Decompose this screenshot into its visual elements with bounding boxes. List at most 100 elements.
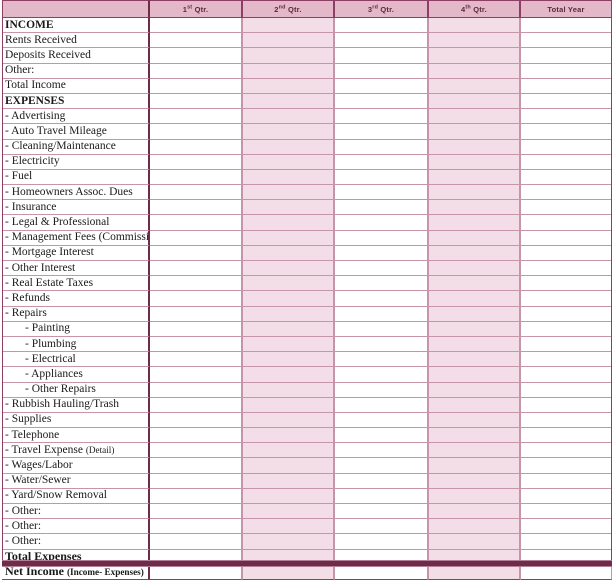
cell-q1[interactable] [150,458,242,474]
cell-q1[interactable] [150,169,242,186]
cell-q4[interactable] [428,458,521,474]
cell-q4[interactable] [428,534,521,550]
cell-total-year[interactable] [521,367,612,383]
cell-q4[interactable] [428,397,521,413]
cell-q3[interactable] [335,33,428,49]
cell-q2[interactable] [242,48,335,64]
cell-q1[interactable] [150,230,242,246]
cell-q2[interactable] [242,564,335,580]
cell-q1[interactable] [150,321,242,337]
cell-q2[interactable] [242,443,335,459]
cell-q1[interactable] [150,109,242,125]
cell-q4[interactable] [428,245,521,261]
cell-q2[interactable] [242,473,335,489]
cell-q4[interactable] [428,336,521,353]
cell-total-year[interactable] [521,412,612,429]
cell-q2[interactable] [242,458,335,474]
cell-total-year[interactable] [521,336,612,353]
cell-q1[interactable] [150,564,242,580]
cell-q1[interactable] [150,245,242,261]
cell-q3[interactable] [335,412,428,429]
cell-q1[interactable] [150,276,242,292]
cell-q1[interactable] [150,18,242,34]
cell-total-year[interactable] [521,352,612,368]
cell-q1[interactable] [150,306,242,322]
cell-q3[interactable] [335,169,428,186]
cell-q1[interactable] [150,473,242,489]
cell-q3[interactable] [335,306,428,322]
cell-total-year[interactable] [521,109,612,125]
cell-q2[interactable] [242,93,335,110]
cell-total-year[interactable] [521,261,612,277]
cell-q3[interactable] [335,109,428,125]
cell-q3[interactable] [335,261,428,277]
cell-q4[interactable] [428,33,521,49]
cell-q2[interactable] [242,534,335,550]
cell-q3[interactable] [335,154,428,170]
cell-q3[interactable] [335,352,428,368]
cell-q3[interactable] [335,367,428,383]
cell-q4[interactable] [428,412,521,429]
cell-q2[interactable] [242,200,335,216]
cell-q1[interactable] [150,33,242,49]
cell-q3[interactable] [335,564,428,580]
cell-total-year[interactable] [521,245,612,261]
cell-total-year[interactable] [521,139,612,155]
cell-q3[interactable] [335,48,428,64]
cell-q2[interactable] [242,230,335,246]
cell-q3[interactable] [335,185,428,201]
cell-q3[interactable] [335,230,428,246]
cell-q4[interactable] [428,306,521,322]
cell-total-year[interactable] [521,18,612,34]
cell-q4[interactable] [428,18,521,34]
cell-q1[interactable] [150,93,242,110]
cell-q4[interactable] [428,154,521,170]
cell-total-year[interactable] [521,154,612,170]
cell-q3[interactable] [335,276,428,292]
cell-total-year[interactable] [521,443,612,459]
cell-total-year[interactable] [521,169,612,186]
cell-q4[interactable] [428,352,521,368]
cell-q1[interactable] [150,78,242,94]
cell-q4[interactable] [428,443,521,459]
cell-q3[interactable] [335,291,428,307]
cell-total-year[interactable] [521,48,612,64]
cell-q3[interactable] [335,473,428,489]
cell-q1[interactable] [150,124,242,140]
cell-q3[interactable] [335,428,428,444]
cell-total-year[interactable] [521,276,612,292]
cell-total-year[interactable] [521,230,612,246]
cell-q4[interactable] [428,78,521,94]
cell-q3[interactable] [335,534,428,550]
cell-total-year[interactable] [521,504,612,520]
cell-q4[interactable] [428,367,521,383]
cell-q4[interactable] [428,169,521,186]
cell-q2[interactable] [242,169,335,186]
cell-q1[interactable] [150,443,242,459]
cell-q2[interactable] [242,185,335,201]
cell-q1[interactable] [150,428,242,444]
cell-q1[interactable] [150,48,242,64]
cell-q2[interactable] [242,397,335,413]
cell-total-year[interactable] [521,564,612,580]
cell-total-year[interactable] [521,473,612,489]
cell-q4[interactable] [428,504,521,520]
cell-total-year[interactable] [521,519,612,535]
cell-q2[interactable] [242,276,335,292]
cell-q4[interactable] [428,230,521,246]
cell-q2[interactable] [242,18,335,34]
cell-q4[interactable] [428,276,521,292]
cell-q1[interactable] [150,63,242,79]
cell-q3[interactable] [335,18,428,34]
cell-total-year[interactable] [521,291,612,307]
cell-total-year[interactable] [521,382,612,398]
cell-q1[interactable] [150,291,242,307]
cell-q3[interactable] [335,504,428,520]
cell-q1[interactable] [150,534,242,550]
cell-q2[interactable] [242,109,335,125]
cell-q1[interactable] [150,352,242,368]
cell-q4[interactable] [428,291,521,307]
cell-q3[interactable] [335,78,428,94]
cell-q4[interactable] [428,48,521,64]
cell-q2[interactable] [242,428,335,444]
